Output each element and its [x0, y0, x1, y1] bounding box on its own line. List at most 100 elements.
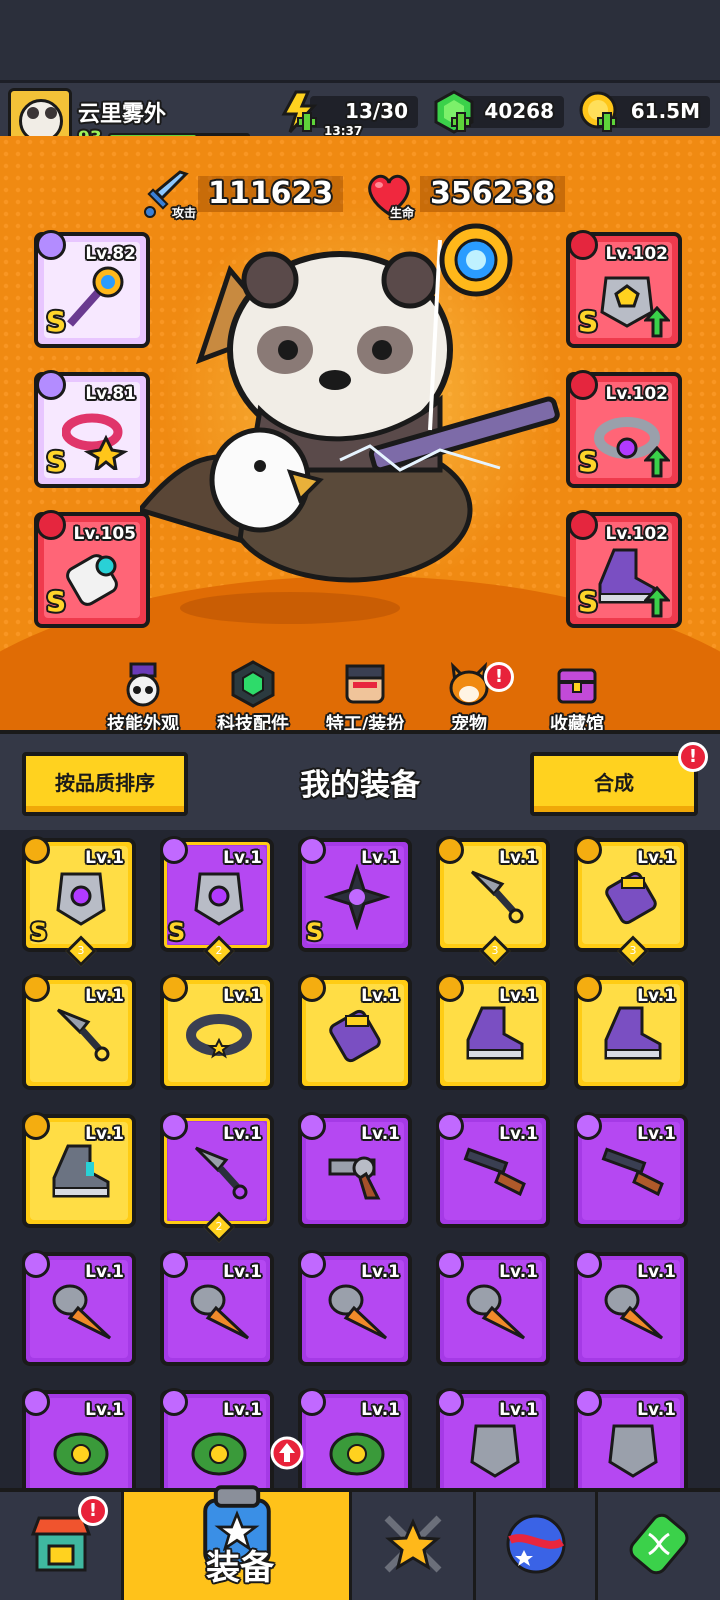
equipped-belt-grade: S [578, 445, 599, 478]
inventory-item[interactable]: Lv.1 [574, 1112, 688, 1228]
equipped-weapon-slot[interactable]: Lv.82 S [34, 230, 150, 348]
planet-ball-icon [506, 1514, 565, 1574]
item-level: Lv.1 [499, 1400, 538, 1420]
item-kunai-icon [56, 1008, 110, 1062]
inventory-item[interactable]: Lv.1 [436, 1112, 550, 1228]
inventory-item[interactable]: Lv.1 [160, 1388, 274, 1490]
inventory-item[interactable]: Lv.1 [22, 1388, 136, 1490]
item-category-icon [574, 1112, 602, 1140]
necklace-category-icon [36, 370, 66, 400]
gold-add-icon[interactable] [578, 90, 622, 134]
inventory-item[interactable]: Lv.1 [22, 974, 136, 1090]
equipped-belt-slot[interactable]: Lv.102 S [566, 370, 682, 488]
inventory-item[interactable]: Lv.1 [436, 1388, 550, 1490]
glove-category-icon [36, 510, 66, 540]
equipped-weapon-level: Lv.82 [85, 244, 136, 264]
item-belt-icon [186, 1014, 252, 1059]
item-category-icon [160, 1250, 188, 1278]
upgrade-arrow-icon [644, 586, 670, 618]
inventory-item[interactable]: Lv.1 S 3 [22, 836, 136, 967]
inventory-item[interactable]: Lv.1 [574, 974, 688, 1090]
item-category-icon [22, 1250, 50, 1278]
item-level: Lv.1 [85, 986, 124, 1006]
item-drill-icon [466, 1284, 526, 1340]
inventory-item[interactable]: Lv.1 [436, 1250, 550, 1366]
equipped-boots-slot[interactable]: Lv.102 S [566, 510, 682, 628]
inventory-item[interactable]: Lv.1 [298, 1388, 412, 1490]
inventory-item[interactable]: Lv.1 2 [160, 1112, 274, 1243]
item-level: Lv.1 [85, 1400, 124, 1420]
gauntlet-icon [66, 554, 118, 606]
merge-button[interactable]: 合成 [530, 752, 698, 816]
inventory-item[interactable]: Lv.1 S 2 [160, 836, 274, 967]
item-grade: S [168, 918, 186, 946]
inventory-item[interactable]: Lv.1 [574, 1388, 688, 1490]
status-bar [0, 0, 720, 80]
item-boots-icon [604, 1006, 662, 1060]
inventory-item[interactable]: Lv.1 [22, 1250, 136, 1366]
equipped-necklace-slot[interactable]: Lv.81 S [34, 370, 150, 488]
upgrade-available-icon [270, 1436, 304, 1470]
item-category-icon [22, 974, 50, 1002]
energy-add-icon[interactable] [278, 90, 322, 134]
tab-battle[interactable] [352, 1492, 476, 1600]
item-grade: S [30, 918, 48, 946]
subnav-tech-parts[interactable]: 科技配件 [198, 660, 308, 736]
item-category-icon [574, 836, 602, 864]
item-category-icon [160, 974, 188, 1002]
inventory-item[interactable]: Lv.1 [436, 974, 550, 1090]
equipped-necklace-grade: S [46, 445, 67, 478]
item-stack-count: 3 [629, 944, 637, 957]
inventory-item[interactable]: Lv.1 3 [436, 836, 550, 967]
equipped-boots-level: Lv.102 [605, 524, 668, 544]
item-level: Lv.1 [85, 1262, 124, 1282]
player-name: 云里雾外 [78, 102, 167, 127]
energy-value: 13/30 [345, 99, 408, 123]
item-category-icon [436, 974, 464, 1002]
gem-add-icon[interactable] [432, 90, 476, 134]
inventory-item[interactable]: Lv.1 [298, 1112, 412, 1228]
item-shuriken-icon [324, 864, 390, 930]
dna-capsule-icon [629, 1513, 689, 1575]
tab-planet[interactable] [476, 1492, 598, 1600]
equipped-glove-slot[interactable]: Lv.105 S [34, 510, 150, 628]
item-category-icon [22, 1112, 50, 1140]
panel-title: 我的装备 [300, 768, 420, 803]
item-category-icon [160, 1112, 188, 1140]
item-level: Lv.1 [223, 1262, 262, 1282]
equipped-armor-slot[interactable]: Lv.102 S [566, 230, 682, 348]
subnav-collection[interactable]: 收藏馆 [522, 660, 632, 736]
inventory-item[interactable]: Lv.1 S [298, 836, 412, 952]
item-revolver-icon [328, 1156, 381, 1200]
item-kunai-icon [194, 1146, 248, 1200]
inventory-item[interactable]: Lv.1 [160, 974, 274, 1090]
weapon-category-icon [36, 230, 66, 260]
skull-hat-icon [126, 662, 160, 707]
inventory-item[interactable]: Lv.1 [298, 1250, 412, 1366]
item-plant-icon [191, 1432, 247, 1476]
equipped-glove-grade: S [46, 585, 67, 618]
item-stack-count: 3 [491, 944, 499, 957]
hero-character [140, 223, 560, 624]
item-drill-icon [52, 1284, 112, 1340]
inventory-item[interactable]: Lv.1 [298, 974, 412, 1090]
tab-lab[interactable] [598, 1492, 720, 1600]
equipped-necklace-level: Lv.81 [85, 384, 136, 404]
item-drill-icon [328, 1284, 388, 1340]
item-level: Lv.1 [223, 1124, 262, 1144]
item-category-icon [436, 1388, 464, 1416]
item-level: Lv.1 [499, 848, 538, 868]
item-armor2-icon [608, 1424, 658, 1478]
belt-category-icon [568, 370, 598, 400]
item-level: Lv.1 [637, 986, 676, 1006]
item-level: Lv.1 [499, 1262, 538, 1282]
item-level: Lv.1 [499, 986, 538, 1006]
inventory-item[interactable]: Lv.1 [574, 1250, 688, 1366]
inventory-item[interactable]: Lv.1 [160, 1250, 274, 1366]
item-category-icon [436, 1250, 464, 1278]
inventory-item[interactable]: Lv.1 3 [574, 836, 688, 967]
subnav-skill-skins[interactable]: 技能外观 [88, 660, 198, 736]
inventory-item[interactable]: Lv.1 [22, 1112, 136, 1228]
subnav-agent-outfits[interactable]: 特工/装扮 [310, 660, 420, 736]
sort-by-quality-button[interactable]: 按品质排序 [22, 752, 188, 816]
